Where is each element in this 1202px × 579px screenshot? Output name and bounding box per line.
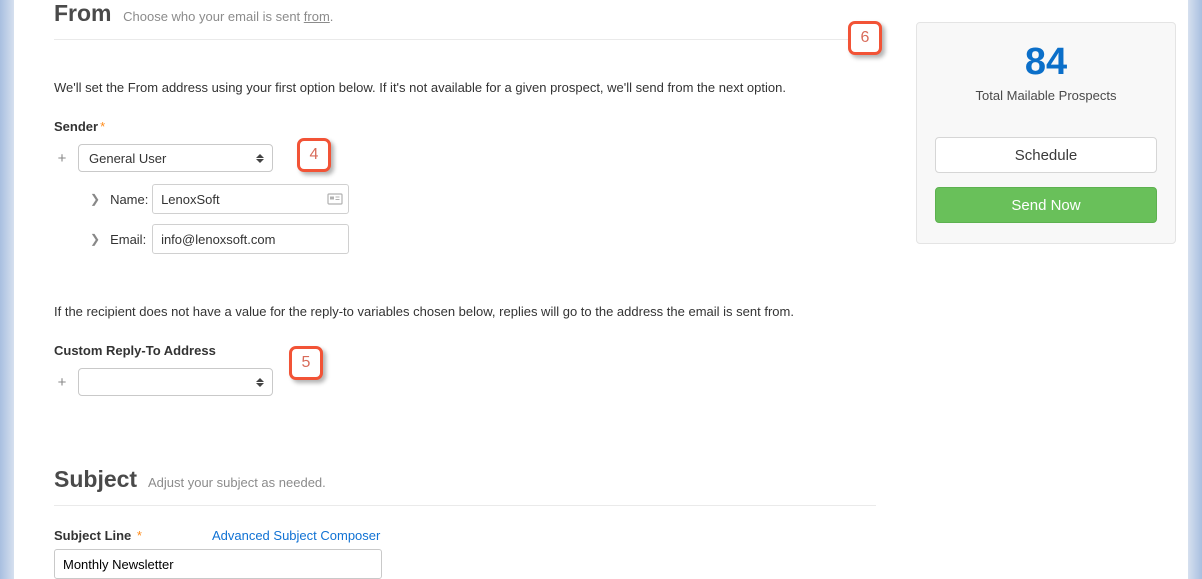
sender-name-input[interactable] (152, 184, 349, 214)
from-subtitle: Choose who your email is sent from. (123, 9, 333, 24)
from-subtitle-underlined: from (304, 9, 330, 24)
from-description: We'll set the From address using your fi… (54, 80, 876, 95)
dropdown-caret-icon (256, 376, 264, 388)
right-edge-decoration (1188, 0, 1202, 579)
add-reply-to-icon[interactable]: + (54, 374, 70, 391)
prospects-panel: 84 Total Mailable Prospects Schedule Sen… (916, 22, 1176, 244)
add-sender-icon[interactable]: + (54, 150, 70, 167)
from-subtitle-suffix: . (330, 9, 334, 24)
reply-to-label: Custom Reply-To Address (54, 343, 216, 358)
callout-6: 6 (848, 21, 882, 55)
sender-label: Sender (54, 119, 98, 134)
dropdown-caret-icon (256, 152, 264, 164)
sender-name-label: Name: (110, 192, 152, 207)
schedule-button-label: Schedule (1015, 147, 1078, 164)
sender-dropdown-value: General User (89, 151, 166, 166)
required-star-icon: * (133, 528, 142, 543)
send-now-button[interactable]: Send Now (935, 187, 1157, 223)
from-title: From (54, 0, 112, 26)
subject-line-label: Subject Line (54, 528, 131, 543)
reply-to-description: If the recipient does not have a value f… (54, 304, 876, 319)
subject-line-input[interactable] (54, 549, 382, 579)
chevron-right-icon[interactable]: ❯ (90, 232, 100, 246)
left-edge-decoration (0, 0, 14, 579)
required-star-icon: * (100, 119, 105, 134)
subject-section-header: Subject Adjust your subject as needed. (54, 466, 876, 506)
sender-email-input[interactable] (152, 224, 349, 254)
reply-to-dropdown[interactable] (78, 368, 273, 396)
from-subtitle-prefix: Choose who your email is sent (123, 9, 304, 24)
from-section-header: From Choose who your email is sent from. (54, 0, 876, 40)
callout-4: 4 (297, 138, 331, 172)
schedule-button[interactable]: Schedule (935, 137, 1157, 173)
subject-title: Subject (54, 466, 137, 492)
sender-dropdown[interactable]: General User (78, 144, 273, 172)
sender-email-label: Email: (110, 232, 152, 247)
advanced-subject-composer-link[interactable]: Advanced Subject Composer (212, 528, 380, 543)
callout-5: 5 (289, 346, 323, 380)
prospect-count: 84 (935, 41, 1157, 84)
prospect-count-label: Total Mailable Prospects (935, 88, 1157, 103)
subject-subtitle: Adjust your subject as needed. (148, 475, 326, 490)
chevron-right-icon[interactable]: ❯ (90, 192, 100, 206)
send-now-button-label: Send Now (1011, 197, 1080, 214)
